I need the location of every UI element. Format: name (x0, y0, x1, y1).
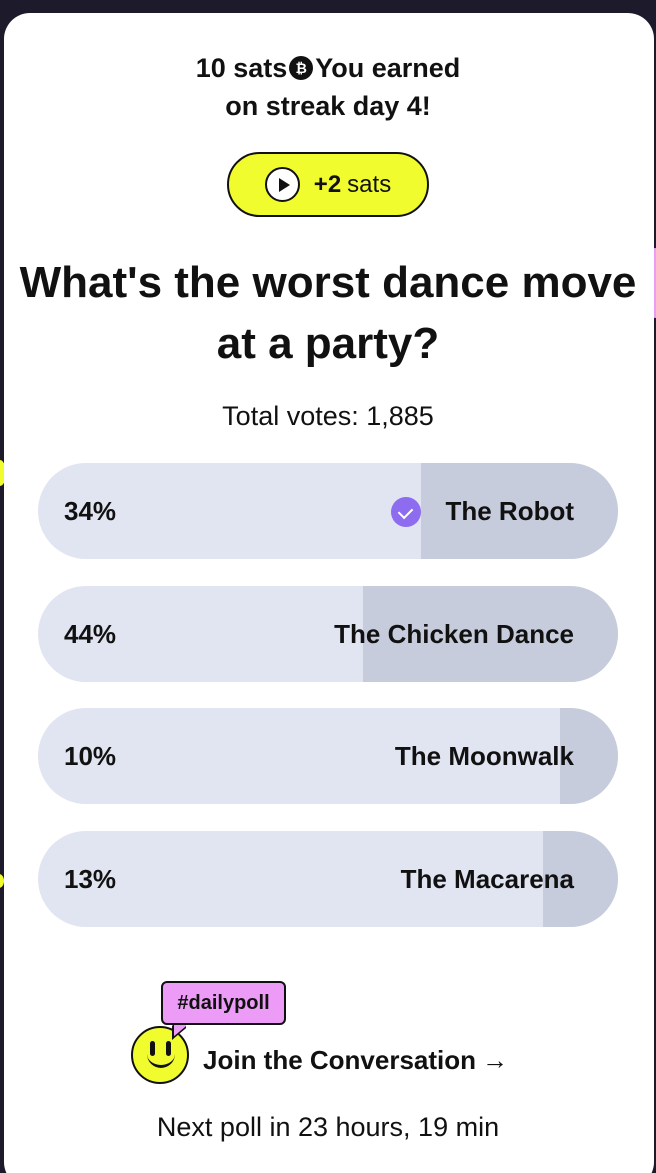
option-label: The Chicken Dance (334, 619, 574, 649)
poll-option-the-chicken-dance[interactable]: 44% The Chicken Dance (38, 586, 618, 682)
option-percentage: 34% (64, 496, 117, 526)
streak-amount: 10 sats (195, 53, 288, 83)
poll-question: What's the worst dance move at a party? (19, 258, 637, 368)
total-votes: Total votes: 1,885 (222, 401, 434, 431)
bonus-amount: +2 (313, 170, 342, 198)
poll-option-the-robot[interactable]: 34% The Robot (38, 463, 618, 559)
hashtag-speech-bubble: #dailypoll (161, 981, 286, 1025)
join-conversation-link[interactable]: Join the Conversation → (203, 1040, 508, 1080)
smiley-mouth (147, 1050, 175, 1068)
bonus-sats-button[interactable]: +2 sats (227, 152, 429, 217)
option-percentage: 13% (64, 864, 117, 894)
smiley-icon (131, 1026, 189, 1084)
selected-check-icon (391, 497, 421, 527)
poll-option-the-moonwalk[interactable]: 10% The Moonwalk (38, 708, 618, 804)
option-percentage: 44% (64, 619, 117, 649)
bitcoin-coin-icon (289, 56, 314, 80)
poll-option-the-macarena[interactable]: 13% The Macarena (38, 831, 618, 927)
option-label: The Moonwalk (394, 741, 574, 771)
streak-day-text: on streak day 4! (225, 91, 431, 121)
bonus-unit: sats (347, 170, 392, 198)
join-conversation-label: Join the Conversation (203, 1045, 477, 1075)
option-label: The Robot (445, 496, 574, 526)
arrow-right-icon: → (482, 1045, 509, 1075)
option-percentage: 10% (64, 741, 117, 771)
next-poll-countdown: Next poll in 23 hours, 19 min (156, 1112, 500, 1142)
streak-message: 10 sats You earned on streak day 4! (0, 49, 656, 125)
option-label: The Macarena (400, 864, 574, 894)
play-icon (264, 167, 300, 202)
streak-earned-text: You earned (315, 53, 461, 83)
